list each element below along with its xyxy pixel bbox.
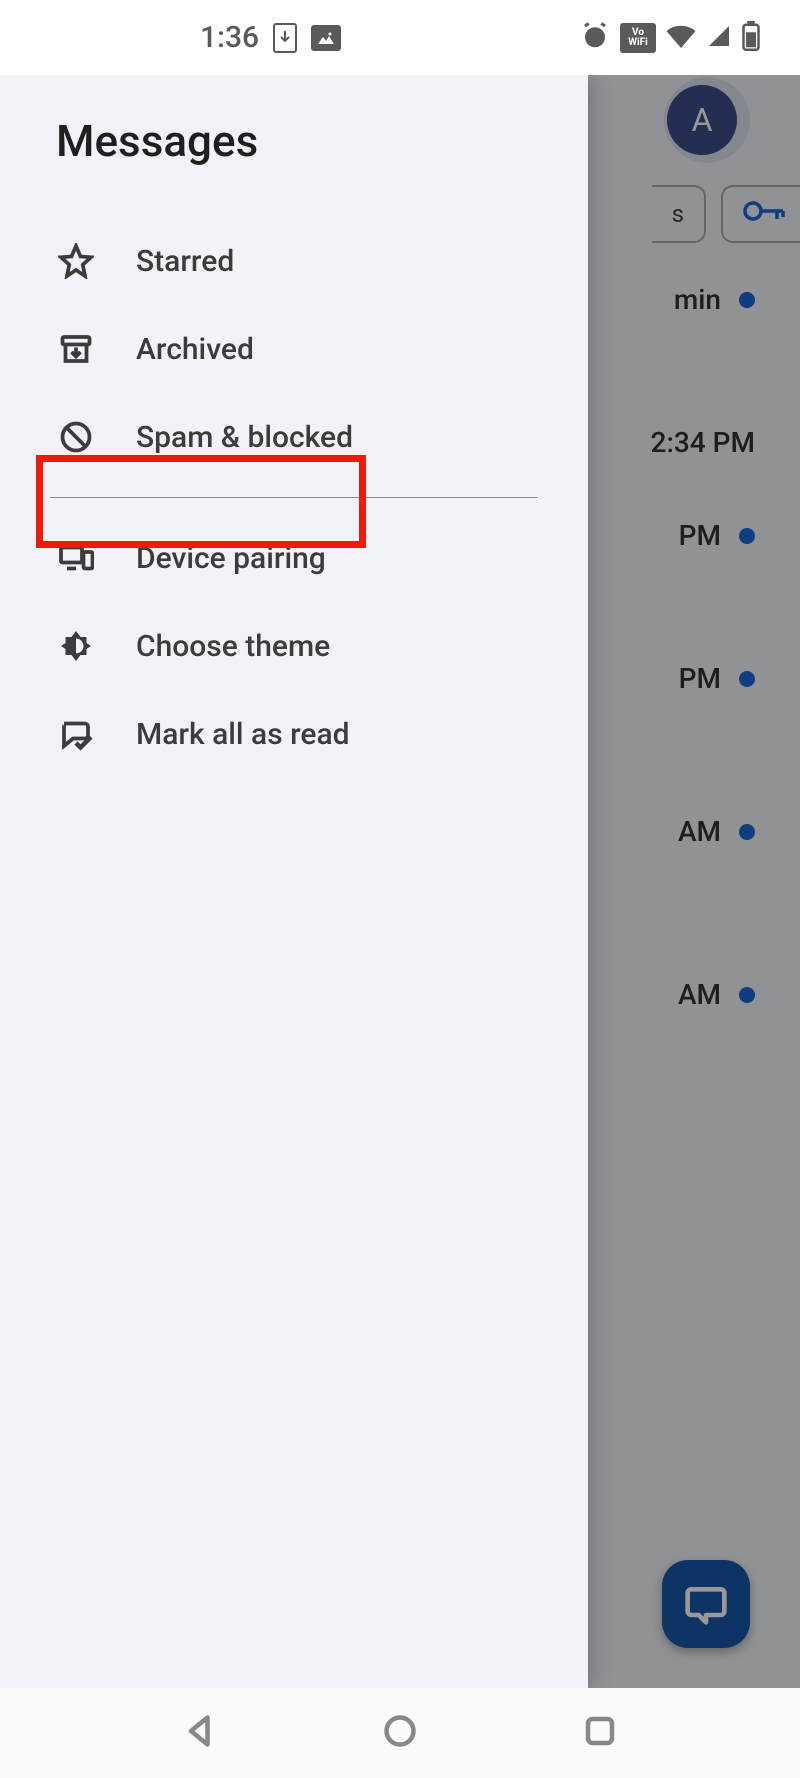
divider: [50, 497, 538, 498]
navigation-bar: [0, 1688, 800, 1778]
star-icon: [56, 241, 96, 281]
drawer-item-label: Device pairing: [136, 541, 326, 576]
archive-icon: [56, 329, 96, 369]
drawer-title: Messages: [0, 115, 588, 167]
drawer-item-choose-theme[interactable]: Choose theme: [0, 602, 588, 690]
recent-button[interactable]: [582, 1713, 618, 1753]
theme-icon: [56, 626, 96, 666]
alarm-icon: [580, 21, 610, 55]
navigation-drawer: Messages Starred Archived Spam & blocked…: [0, 75, 588, 1688]
block-icon: [56, 417, 96, 457]
drawer-item-device-pairing[interactable]: Device pairing: [0, 514, 588, 602]
drawer-item-archived[interactable]: Archived: [0, 305, 588, 393]
battery-icon: [742, 21, 760, 55]
drawer-item-label: Starred: [136, 244, 234, 279]
drawer-item-starred[interactable]: Starred: [0, 217, 588, 305]
signal-icon: [706, 24, 732, 52]
home-button[interactable]: [382, 1713, 418, 1753]
image-icon: [311, 25, 341, 51]
status-time: 1:36: [200, 20, 259, 55]
drawer-item-label: Spam & blocked: [136, 420, 353, 455]
vowifi-icon: VoWiFi: [620, 23, 656, 53]
status-bar: 1:36 VoWiFi: [0, 0, 800, 75]
drawer-item-mark-all-read[interactable]: Mark all as read: [0, 690, 588, 778]
back-button[interactable]: [182, 1713, 218, 1753]
device-pair-icon: [56, 538, 96, 578]
scrim-overlay[interactable]: [588, 75, 800, 1688]
drawer-item-label: Choose theme: [136, 629, 330, 664]
drawer-item-label: Archived: [136, 332, 254, 367]
drawer-item-spam-blocked[interactable]: Spam & blocked: [0, 393, 588, 481]
status-left: 1:36: [200, 20, 341, 55]
mark-read-icon: [56, 714, 96, 754]
download-icon: [273, 23, 297, 53]
drawer-item-label: Mark all as read: [136, 717, 350, 752]
status-right: VoWiFi: [580, 21, 760, 55]
wifi-icon: [666, 24, 696, 52]
